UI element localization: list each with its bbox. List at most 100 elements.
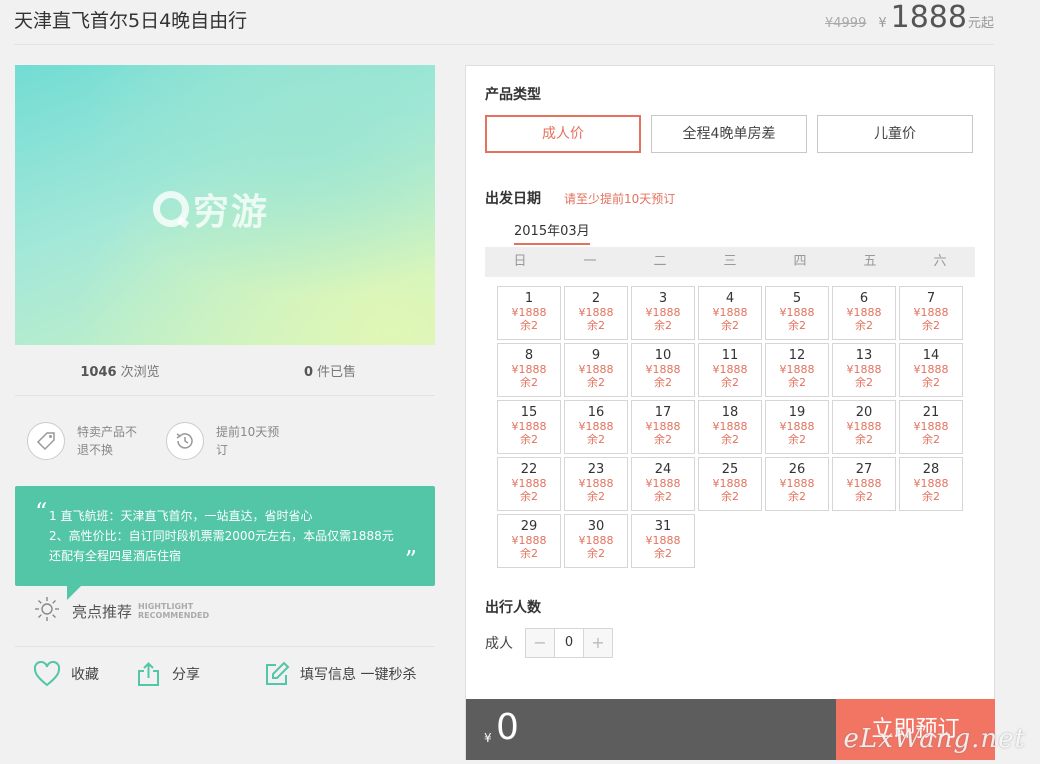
calendar-day[interactable]: 14 ¥1888 余2 <box>899 343 963 397</box>
day-number: 20 <box>855 405 873 420</box>
adult-count-value[interactable]: 0 <box>554 629 584 657</box>
day-number: 25 <box>721 462 739 477</box>
day-price: ¥1888 <box>645 420 681 433</box>
calendar-day[interactable]: 4 ¥1888 余2 <box>698 286 762 340</box>
day-remaining: 余2 <box>654 376 672 389</box>
favorite-button[interactable]: 收藏 <box>33 661 99 687</box>
heart-icon <box>33 661 61 687</box>
day-price: ¥1888 <box>913 477 949 490</box>
product-type-title: 产品类型 <box>485 87 541 103</box>
day-number: 31 <box>654 519 672 534</box>
fill-info-button[interactable]: 填写信息 一键秒杀 <box>264 661 416 687</box>
logo-text: 穷游 <box>193 192 270 233</box>
day-remaining: 余2 <box>587 433 605 446</box>
calendar-day[interactable]: 5 ¥1888 余2 <box>765 286 829 340</box>
adult-count-stepper: − 0 + <box>525 628 613 658</box>
day-price: ¥1888 <box>578 420 614 433</box>
day-price: ¥1888 <box>645 534 681 547</box>
highlight-line: 1 直飞航班：天津直飞首尔，一站直达，省时省心 <box>49 509 313 523</box>
day-remaining: 余2 <box>587 319 605 332</box>
calendar-day[interactable]: 13 ¥1888 余2 <box>832 343 896 397</box>
calendar-day[interactable]: 21 ¥1888 余2 <box>899 400 963 454</box>
original-price: ¥4999 <box>824 16 867 31</box>
adult-label: 成人 <box>485 636 513 652</box>
type-option-single-room[interactable]: 全程4晚单房差 <box>651 115 807 153</box>
calendar-day[interactable]: 26 ¥1888 余2 <box>765 457 829 511</box>
day-price: ¥1888 <box>712 363 748 376</box>
day-price: ¥1888 <box>913 420 949 433</box>
decrement-button[interactable]: − <box>526 629 554 657</box>
open-quote: “ <box>35 498 48 526</box>
calendar-day[interactable]: 24 ¥1888 余2 <box>631 457 695 511</box>
day-remaining: 余2 <box>721 319 739 332</box>
calendar-day[interactable]: 28 ¥1888 余2 <box>899 457 963 511</box>
day-price: ¥1888 <box>913 363 949 376</box>
product-header: 天津直飞首尔5日4晚自由行 ¥4999 ¥ 1888 元起 <box>14 0 994 45</box>
calendar-day[interactable]: 12 ¥1888 余2 <box>765 343 829 397</box>
highlight-line: 还配有全程四星酒店住宿 <box>49 549 182 563</box>
current-price: 1888 <box>890 0 967 35</box>
calendar-day[interactable]: 8 ¥1888 余2 <box>497 343 561 397</box>
calendar-day[interactable]: 19 ¥1888 余2 <box>765 400 829 454</box>
views-label: 次浏览 <box>120 365 160 380</box>
month-tab[interactable]: 2015年03月 <box>514 220 590 245</box>
weekday-label: 五 <box>863 254 877 269</box>
calendar-day[interactable]: 3 ¥1888 余2 <box>631 286 695 340</box>
share-button[interactable]: 分享 <box>136 661 200 687</box>
day-price: ¥1888 <box>511 477 547 490</box>
calendar-day[interactable]: 27 ¥1888 余2 <box>832 457 896 511</box>
favorite-label: 收藏 <box>71 667 99 683</box>
calendar-day[interactable]: 15 ¥1888 余2 <box>497 400 561 454</box>
day-price: ¥1888 <box>511 306 547 319</box>
calendar-day[interactable]: 25 ¥1888 余2 <box>698 457 762 511</box>
day-number: 26 <box>788 462 806 477</box>
day-price: ¥1888 <box>578 363 614 376</box>
calendar-day[interactable]: 20 ¥1888 余2 <box>832 400 896 454</box>
calendar-day[interactable]: 2 ¥1888 余2 <box>564 286 628 340</box>
day-number: 28 <box>922 462 940 477</box>
type-option-child[interactable]: 儿童价 <box>817 115 973 153</box>
day-remaining: 余2 <box>721 490 739 503</box>
day-remaining: 余2 <box>788 376 806 389</box>
day-price: ¥1888 <box>578 534 614 547</box>
day-price: ¥1888 <box>712 306 748 319</box>
calendar-day[interactable]: 7 ¥1888 余2 <box>899 286 963 340</box>
calendar-day[interactable]: 10 ¥1888 余2 <box>631 343 695 397</box>
share-label: 分享 <box>172 667 200 683</box>
calendar-day[interactable]: 11 ¥1888 余2 <box>698 343 762 397</box>
product-cover-image: 穷游 <box>15 65 435 345</box>
calendar-day[interactable]: 17 ¥1888 余2 <box>631 400 695 454</box>
calendar-day[interactable]: 22 ¥1888 余2 <box>497 457 561 511</box>
highlight-box: “ 1 直飞航班：天津直飞首尔，一站直达，省时省心 2、高性价比：自订同时段机票… <box>15 486 435 600</box>
service-text: 特卖产品不退不换 <box>77 425 138 457</box>
calendar-day[interactable]: 6 ¥1888 余2 <box>832 286 896 340</box>
calendar-day[interactable]: 30 ¥1888 余2 <box>564 514 628 568</box>
day-number: 15 <box>520 405 538 420</box>
calendar-day[interactable]: 18 ¥1888 余2 <box>698 400 762 454</box>
type-option-adult[interactable]: 成人价 <box>485 115 641 153</box>
weekday-label: 三 <box>723 254 737 269</box>
share-icon <box>138 662 159 686</box>
day-price: ¥1888 <box>645 363 681 376</box>
day-remaining: 余2 <box>654 547 672 560</box>
weekday-header: 日 一 二 三 四 五 六 <box>485 247 975 277</box>
day-number: 30 <box>587 519 605 534</box>
calendar-day[interactable]: 29 ¥1888 余2 <box>497 514 561 568</box>
calendar-day[interactable]: 16 ¥1888 余2 <box>564 400 628 454</box>
day-price: ¥1888 <box>645 477 681 490</box>
calendar-day[interactable]: 1 ¥1888 余2 <box>497 286 561 340</box>
product-title: 天津直飞首尔5日4晚自由行 <box>14 10 248 32</box>
sold-stat: 0 件已售 <box>225 350 435 395</box>
calendar-day[interactable]: 31 ¥1888 余2 <box>631 514 695 568</box>
day-remaining: 余2 <box>654 490 672 503</box>
service-item-advance-booking: 提前10天预订 <box>166 422 280 460</box>
increment-button[interactable]: + <box>584 629 612 657</box>
day-number: 18 <box>721 405 739 420</box>
edit-icon <box>266 661 290 685</box>
day-number: 9 <box>591 348 601 363</box>
calendar-day[interactable]: 23 ¥1888 余2 <box>564 457 628 511</box>
weekday-label: 六 <box>933 254 947 269</box>
day-number: 5 <box>792 291 802 306</box>
sun-icon <box>34 596 60 626</box>
calendar-day[interactable]: 9 ¥1888 余2 <box>564 343 628 397</box>
